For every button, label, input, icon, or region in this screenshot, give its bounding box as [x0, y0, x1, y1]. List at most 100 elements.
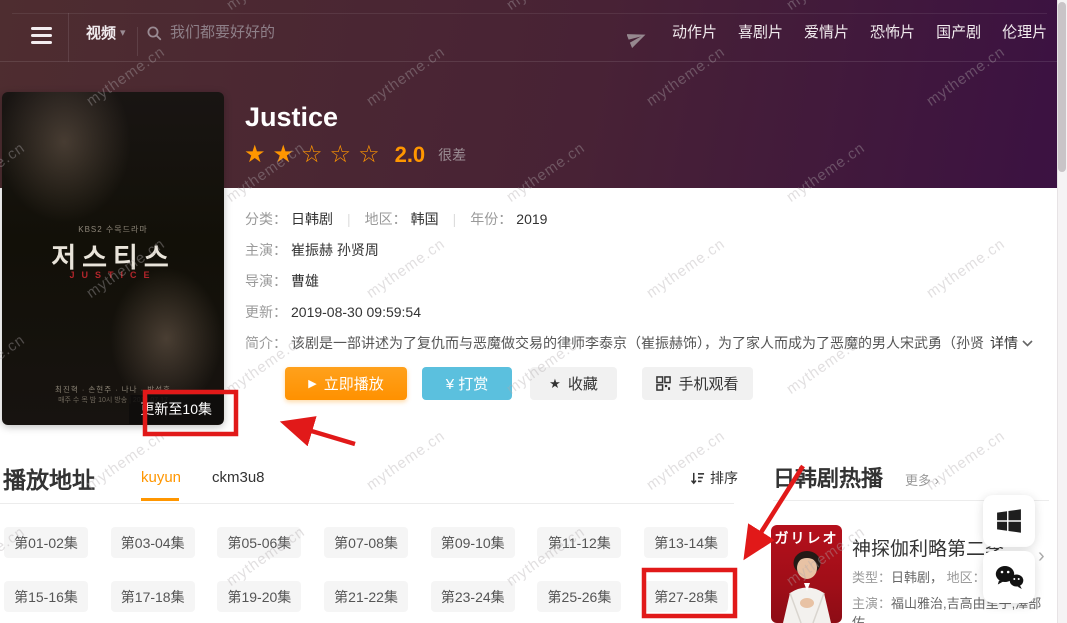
play-address-title: 播放地址	[3, 461, 95, 495]
watermark-text: mytheme.cn	[643, 235, 728, 302]
play-button[interactable]: ▶ 立即播放	[285, 367, 407, 400]
star-filled-icon[interactable]: ★	[244, 143, 266, 167]
wechat-float-button[interactable]	[983, 551, 1035, 603]
region-label: 地区：	[947, 570, 986, 585]
watermark-text: mytheme.cn	[923, 235, 1008, 302]
topbar-separator	[68, 13, 69, 62]
watermark-text: mytheme.cn	[643, 619, 728, 623]
star-filled-icon[interactable]: ★	[273, 143, 295, 167]
episode-button[interactable]: 第01-02集	[4, 527, 88, 558]
episode-button[interactable]: 第27-28集	[644, 581, 728, 612]
chevron-down-icon: ▾	[120, 26, 126, 39]
tab-ckm3u8[interactable]: ckm3u8	[212, 469, 265, 486]
poster-cast-line: 최진혁 · 손현주 · 나나 · 박성훈	[2, 384, 224, 395]
episode-button[interactable]: 第17-18集	[111, 581, 195, 612]
channel-dropdown[interactable]: 视频 ▾	[86, 22, 126, 42]
annotation-arrow-update-badge	[288, 424, 355, 444]
type-value: 日韩剧，	[891, 570, 943, 585]
detail-toggle[interactable]: 详情	[990, 333, 1033, 353]
intro-text: 该剧是一部讲述为了复仇而与恶魔做交易的律师李泰京（崔振赫饰），为了家人而成为了恶…	[291, 333, 984, 353]
nav-link[interactable]: 伦理片	[1002, 21, 1047, 42]
drama-poster[interactable]: KBS2 수목드라마 저스티스 JUSTICE 최진혁 · 손현주 · 나나 ·…	[2, 92, 224, 425]
detail-label: 详情	[990, 333, 1018, 353]
reward-button[interactable]: ¥ 打赏	[422, 367, 512, 400]
channel-label: 视频	[86, 22, 116, 43]
episode-button[interactable]: 第05-06集	[217, 527, 301, 558]
hot-item-type-row: 类型：日韩剧， 地区：日	[852, 567, 999, 586]
rating-label: 很差	[438, 145, 466, 165]
episode-button[interactable]: 第19-20集	[217, 581, 301, 612]
episode-button[interactable]: 第13-14集	[644, 527, 728, 558]
tab-kuyun[interactable]: kuyun	[141, 469, 181, 486]
active-tab-underline	[141, 498, 179, 501]
section-divider	[0, 503, 734, 504]
year-value[interactable]: 2019	[516, 211, 547, 227]
star-empty-icon[interactable]: ☆	[358, 143, 380, 167]
episode-button[interactable]: 第21-22集	[324, 581, 408, 612]
category-value[interactable]: 日韩剧	[291, 209, 333, 229]
carousel-next-icon[interactable]: ›	[1038, 545, 1045, 568]
actors-value[interactable]: 崔振赫 孙贤周	[291, 240, 379, 260]
chevron-down-icon	[1022, 340, 1033, 347]
episode-button[interactable]: 第07-08集	[324, 527, 408, 558]
episode-button[interactable]: 第03-04集	[111, 527, 195, 558]
hamburger-menu-icon[interactable]	[31, 27, 52, 44]
nav-link[interactable]: 国产剧	[936, 21, 981, 42]
favorite-button[interactable]: ★ 收藏	[530, 367, 617, 400]
year-label: 年份：	[470, 209, 512, 229]
episode-button[interactable]: 第09-10集	[431, 527, 515, 558]
meta-row-actors: 主演： 崔振赫 孙贤周	[245, 240, 379, 260]
nav-link[interactable]: 喜剧片	[738, 21, 783, 42]
nav-link[interactable]: 动作片	[672, 21, 717, 42]
type-label: 类型：	[852, 570, 891, 585]
region-value[interactable]: 韩国	[411, 209, 439, 229]
star-empty-icon[interactable]: ☆	[301, 143, 323, 167]
episode-update-badge: 更新至10集	[129, 395, 223, 424]
meta-pipe: |	[347, 211, 351, 227]
star-empty-icon[interactable]: ☆	[330, 143, 352, 167]
watermark-text: mytheme.cn	[363, 619, 448, 623]
episode-button[interactable]: 第11-12集	[537, 527, 621, 558]
sort-icon	[690, 471, 705, 486]
meta-pipe: |	[453, 211, 457, 227]
nav-link[interactable]: 爱情片	[804, 21, 849, 42]
nav-link[interactable]: 恐怖片	[870, 21, 915, 42]
actors-label: 主演：	[852, 596, 891, 611]
hot-section-title: 日韩剧热播	[773, 461, 883, 493]
mobile-watch-button[interactable]: 手机观看	[642, 367, 753, 400]
search-box	[146, 24, 540, 41]
star-rating[interactable]: ★★☆☆☆ 2.0 很差	[244, 142, 466, 168]
play-icon: ▶	[308, 377, 316, 390]
windows-logo-icon	[996, 508, 1022, 534]
more-label: 更多	[905, 473, 931, 488]
mobile-watch-label: 手机观看	[678, 373, 738, 394]
episode-grid: 第01-02集第03-04集第05-06集第07-08集第09-10集第11-1…	[4, 527, 728, 612]
play-label: 立即播放	[324, 373, 384, 394]
watermark-text: mytheme.cn	[363, 427, 448, 494]
search-icon	[146, 25, 162, 41]
episode-button[interactable]: 第23-24集	[431, 581, 515, 612]
meta-row-category: 分类： 日韩剧 | 地区： 韩国 | 年份： 2019	[245, 209, 547, 229]
more-link[interactable]: 更多 ›	[905, 470, 939, 489]
page-title: Justice	[245, 102, 338, 133]
star-icons: ★★☆☆☆	[244, 143, 380, 167]
director-value[interactable]: 曹雄	[291, 271, 319, 291]
region-label: 地区：	[365, 209, 407, 229]
search-input[interactable]	[170, 24, 540, 41]
hot-item-poster[interactable]: ガリレオ	[771, 525, 842, 623]
category-label: 分类：	[245, 209, 287, 229]
intro-label: 简介：	[245, 333, 287, 353]
scrollbar-track[interactable]	[1057, 0, 1067, 623]
poster-title-english: JUSTICE	[2, 270, 224, 280]
top-navigation-bar: 视频 ▾ 动作片喜剧片爱情片恐怖片国产剧伦理片	[0, 0, 1067, 62]
topbar-separator	[137, 27, 138, 56]
hot-item-title[interactable]: 神探伽利略第二季	[852, 534, 1004, 561]
episode-button[interactable]: 第15-16集	[4, 581, 88, 612]
video-detail-page: 视频 ▾ 动作片喜剧片爱情片恐怖片国产剧伦理片 KBS2 수목드라마 저스티스 …	[0, 0, 1067, 623]
windows-float-button[interactable]	[983, 495, 1035, 547]
episode-button[interactable]: 第25-26集	[537, 581, 621, 612]
genre-nav: 动作片喜剧片爱情片恐怖片国产剧伦理片	[672, 0, 1047, 62]
scrollbar-thumb[interactable]	[1058, 2, 1066, 172]
sort-button[interactable]: 排序	[690, 468, 738, 488]
send-icon[interactable]	[627, 28, 647, 48]
